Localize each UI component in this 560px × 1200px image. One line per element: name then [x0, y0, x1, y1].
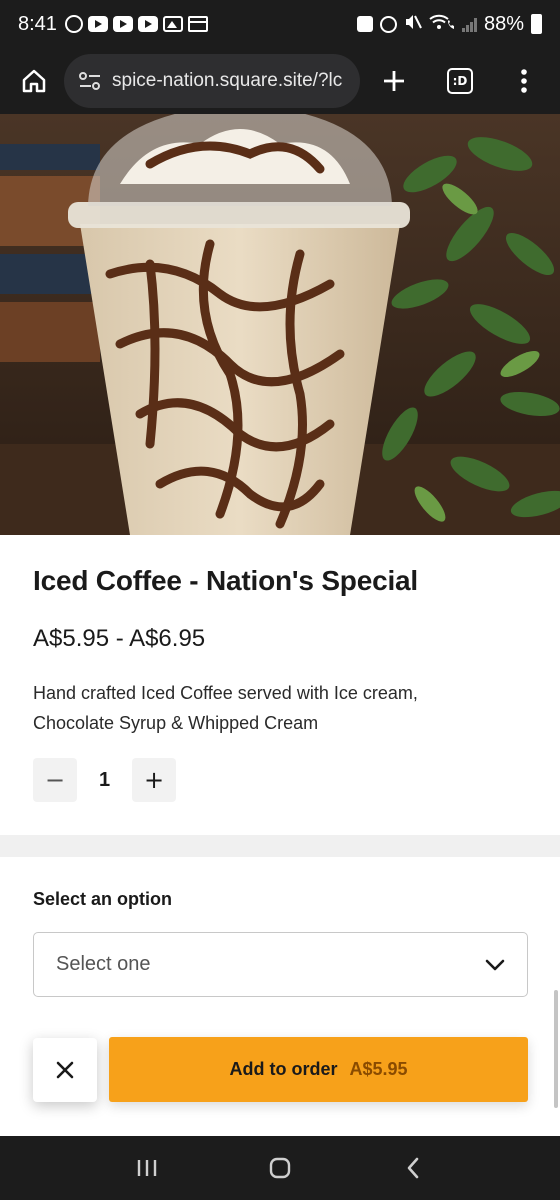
- select-placeholder: Select one: [56, 953, 151, 975]
- action-bar: Add to order A$5.95: [0, 1022, 560, 1120]
- add-to-order-price: A$5.95: [349, 1059, 408, 1079]
- close-button[interactable]: [33, 1038, 97, 1102]
- home-icon: [22, 69, 46, 93]
- option-label: Select an option: [33, 889, 173, 909]
- address-bar[interactable]: spice-nation.square.site/?lc: [64, 54, 360, 108]
- battery-icon: [531, 14, 542, 34]
- recent-apps-icon: [137, 1160, 156, 1176]
- minus-icon: −: [44, 766, 66, 794]
- scrollbar[interactable]: [554, 990, 558, 1108]
- threads-icon: [64, 15, 83, 33]
- signal-icon: [461, 16, 477, 32]
- youtube-icon: [112, 16, 133, 32]
- chevron-down-icon: [485, 959, 505, 970]
- add-to-order-button[interactable]: Add to order A$5.95: [109, 1037, 528, 1102]
- status-bar: 8:41 88%: [0, 0, 560, 48]
- product-image: [0, 114, 560, 535]
- browser-toolbar: spice-nation.square.site/?lc :D: [0, 48, 560, 114]
- home-button[interactable]: [12, 59, 56, 103]
- section-divider: [0, 835, 560, 857]
- decrement-button[interactable]: −: [33, 758, 77, 802]
- plus-icon: [384, 71, 404, 91]
- notification-icons: [64, 15, 208, 33]
- youtube-icon: [137, 16, 158, 32]
- youtube-icon: [87, 16, 108, 32]
- product-title: Iced Coffee - Nation's Special: [33, 565, 418, 596]
- increment-button[interactable]: +: [132, 758, 176, 802]
- system-icons: 88%: [356, 12, 542, 36]
- browser-menu-button[interactable]: [502, 59, 546, 103]
- home-nav-button[interactable]: [258, 1146, 302, 1190]
- site-settings-icon: [79, 72, 100, 90]
- home-nav-icon: [269, 1157, 291, 1179]
- product-description: Hand crafted Iced Coffee served with Ice…: [33, 683, 418, 733]
- option-select[interactable]: Select one: [33, 932, 528, 997]
- add-to-order-label: Add to order: [229, 1059, 338, 1079]
- system-nav-bar: [0, 1136, 560, 1200]
- status-time: 8:41: [18, 12, 57, 35]
- window-icon: [187, 16, 208, 32]
- new-tab-button[interactable]: [372, 59, 416, 103]
- alarm-icon: [379, 15, 397, 33]
- quantity-value: 1: [98, 768, 111, 791]
- tab-switcher-button[interactable]: :D: [438, 59, 482, 103]
- plus-icon: +: [143, 766, 165, 794]
- back-button[interactable]: [391, 1146, 435, 1190]
- image-icon: [162, 16, 183, 32]
- battery-percent: 88%: [483, 12, 524, 35]
- recent-apps-button[interactable]: [125, 1146, 169, 1190]
- close-icon: [56, 1061, 74, 1079]
- tab-count: :D: [447, 68, 473, 94]
- wifi-call-icon: [429, 13, 455, 36]
- url-text: spice-nation.square.site/?lc: [112, 70, 343, 91]
- mute-icon: [404, 13, 422, 35]
- quantity-stepper: − 1 +: [33, 758, 176, 802]
- price-range: A$5.95 - A$6.95: [33, 625, 206, 652]
- lock-icon: [356, 16, 373, 32]
- more-vert-icon: [521, 69, 527, 93]
- back-icon: [408, 1157, 419, 1179]
